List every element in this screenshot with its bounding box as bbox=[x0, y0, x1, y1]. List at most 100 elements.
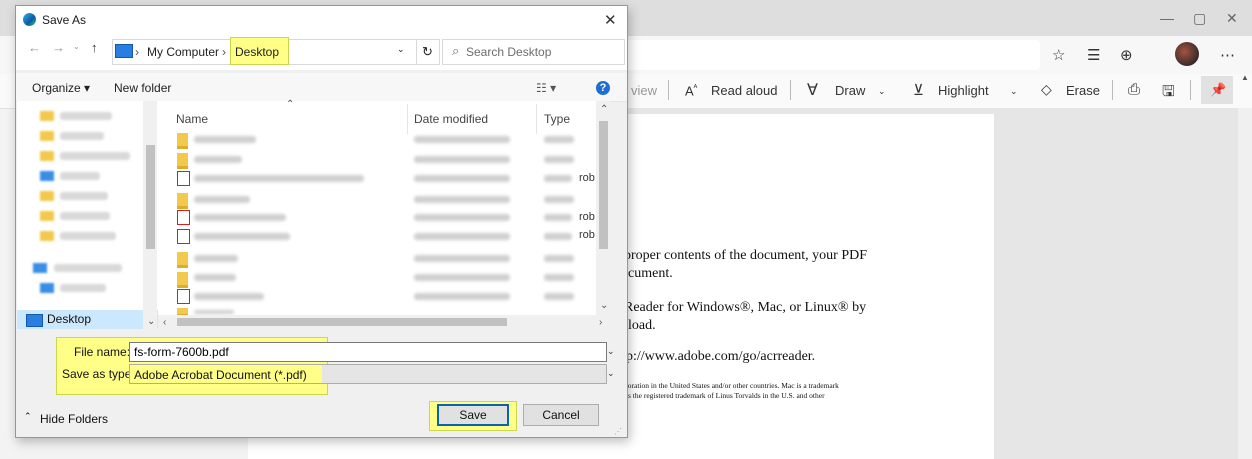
nav-item[interactable] bbox=[60, 172, 100, 180]
resize-grip-icon[interactable]: ⋰ bbox=[614, 427, 622, 436]
pdf-file-icon bbox=[177, 229, 190, 244]
file-type-blurred bbox=[544, 233, 572, 240]
read-aloud-button[interactable]: Read aloud bbox=[711, 83, 778, 98]
scroll-right-icon[interactable]: › bbox=[599, 317, 602, 328]
scroll-up-icon[interactable]: ⌃ bbox=[600, 104, 608, 115]
pin-icon: 📌 bbox=[1210, 82, 1227, 97]
breadcrumb-desktop[interactable]: Desktop bbox=[235, 45, 279, 59]
file-name-dropdown-icon[interactable]: ⌄ bbox=[607, 346, 615, 357]
search-placeholder: Search Desktop bbox=[466, 45, 552, 59]
save-icon[interactable]: 🖫 bbox=[1162, 81, 1175, 106]
forward-arrow-icon[interactable]: → bbox=[52, 40, 65, 55]
favorites-icon[interactable]: ☰ bbox=[1087, 46, 1100, 64]
file-date-blurred bbox=[414, 255, 510, 262]
folder-icon bbox=[40, 211, 54, 221]
chevron-down-icon[interactable]: ⌄ bbox=[878, 86, 886, 97]
folder-icon bbox=[40, 171, 54, 181]
column-divider[interactable] bbox=[407, 104, 408, 134]
pdf-footnote-line: poration in the United States and/or oth… bbox=[624, 381, 839, 390]
pdf-scrollbar[interactable] bbox=[1238, 108, 1252, 459]
cancel-button[interactable]: Cancel bbox=[523, 404, 599, 426]
sort-indicator-icon: ⌃ bbox=[286, 99, 295, 110]
nav-item[interactable] bbox=[60, 232, 116, 240]
file-list-scroll-thumb[interactable] bbox=[599, 121, 608, 249]
print-icon[interactable]: ⎙ bbox=[1128, 81, 1140, 98]
close-window-button[interactable]: ✕ bbox=[1226, 10, 1238, 27]
file-list-hscroll-thumb[interactable] bbox=[177, 318, 507, 326]
toolbar-divider bbox=[1190, 80, 1191, 100]
pdf-file-icon bbox=[177, 210, 190, 225]
file-type-blurred bbox=[544, 136, 574, 143]
nav-item[interactable] bbox=[60, 132, 104, 140]
nav-item[interactable] bbox=[60, 192, 108, 200]
erase-icon: ◇ bbox=[1041, 81, 1052, 97]
column-header-date-modified[interactable]: Date modified bbox=[414, 112, 488, 126]
nav-item[interactable] bbox=[54, 264, 122, 272]
search-icon: ⌕ bbox=[452, 43, 460, 58]
file-name-blurred bbox=[194, 233, 290, 240]
file-name-input[interactable] bbox=[129, 342, 607, 362]
more-menu-icon[interactable]: ⋯ bbox=[1220, 46, 1235, 64]
profile-avatar[interactable] bbox=[1175, 42, 1199, 66]
chevron-down-icon[interactable]: ⌄ bbox=[1010, 86, 1018, 97]
recent-dropdown-icon[interactable]: ⌄ bbox=[73, 42, 80, 51]
pdf-text-line: p://www.adobe.com/go/acrreader. bbox=[626, 349, 816, 364]
file-type-blurred bbox=[544, 214, 572, 221]
file-date-blurred bbox=[414, 175, 510, 182]
toolbar-divider bbox=[668, 80, 669, 100]
collections-icon[interactable]: ⊕ bbox=[1120, 46, 1133, 64]
hide-folders-button[interactable]: Hide Folders bbox=[40, 412, 108, 426]
minimize-button[interactable]: — bbox=[1160, 10, 1174, 26]
dialog-title-bar bbox=[16, 6, 627, 34]
column-header-name[interactable]: Name bbox=[176, 112, 208, 126]
erase-button[interactable]: Erase bbox=[1066, 83, 1100, 98]
column-divider[interactable] bbox=[536, 104, 537, 134]
folder-icon bbox=[177, 193, 188, 209]
file-type-blurred bbox=[544, 196, 574, 203]
dialog-close-button[interactable]: ✕ bbox=[604, 11, 617, 29]
path-separator: › bbox=[222, 45, 226, 59]
folder-icon bbox=[177, 252, 188, 268]
draw-icon: ∀ bbox=[807, 82, 818, 99]
nav-item[interactable] bbox=[60, 212, 110, 220]
file-name-blurred bbox=[194, 293, 264, 300]
scroll-down-icon[interactable]: ⌄ bbox=[147, 316, 155, 327]
nav-item[interactable] bbox=[60, 284, 106, 292]
breadcrumb-my-computer[interactable]: My Computer bbox=[147, 45, 219, 59]
address-bar[interactable] bbox=[610, 40, 1040, 70]
organize-menu[interactable]: Organize ▾ bbox=[32, 81, 90, 95]
refresh-icon: ↻ bbox=[422, 44, 433, 59]
draw-button[interactable]: Draw bbox=[835, 83, 865, 98]
save-button[interactable]: Save bbox=[437, 404, 509, 426]
file-type-blurred bbox=[544, 293, 574, 300]
file-date-blurred bbox=[414, 196, 510, 203]
pdf-text-line: load. bbox=[628, 318, 656, 333]
view-options-button[interactable]: ☷ ▾ bbox=[536, 81, 556, 95]
scroll-up-icon[interactable]: ▲ bbox=[1241, 73, 1249, 82]
nav-item[interactable] bbox=[60, 152, 130, 160]
view-button[interactable]: view bbox=[631, 83, 657, 98]
up-arrow-icon[interactable]: ↑ bbox=[91, 40, 98, 55]
file-type-blurred bbox=[544, 255, 574, 262]
back-arrow-icon[interactable]: ← bbox=[28, 40, 41, 55]
scroll-left-icon[interactable]: ‹ bbox=[163, 317, 166, 328]
scroll-down-icon[interactable]: ⌄ bbox=[600, 300, 608, 311]
maximize-button[interactable]: ▢ bbox=[1193, 10, 1206, 27]
toolbar-divider bbox=[1112, 80, 1113, 100]
column-header-type[interactable]: Type bbox=[544, 112, 570, 126]
help-icon[interactable]: ? bbox=[596, 81, 610, 95]
new-folder-button[interactable]: New folder bbox=[114, 81, 171, 95]
nav-item[interactable] bbox=[60, 112, 112, 120]
chevron-up-icon[interactable]: ⌃ bbox=[24, 411, 32, 422]
save-as-type-dropdown-icon[interactable]: ⌄ bbox=[607, 368, 615, 379]
highlight-button[interactable]: Highlight bbox=[938, 83, 989, 98]
file-name-blurred bbox=[194, 274, 236, 281]
file-name-blurred bbox=[194, 310, 234, 314]
nav-pane-scroll-thumb[interactable] bbox=[146, 145, 155, 249]
path-dropdown-icon[interactable]: ⌄ bbox=[397, 44, 405, 55]
file-type-fragment: rob bbox=[579, 229, 595, 241]
add-favorite-icon[interactable]: ☆ bbox=[1052, 46, 1065, 64]
file-date-blurred bbox=[414, 274, 510, 281]
file-name-blurred bbox=[194, 156, 242, 163]
file-name-blurred bbox=[194, 255, 238, 262]
